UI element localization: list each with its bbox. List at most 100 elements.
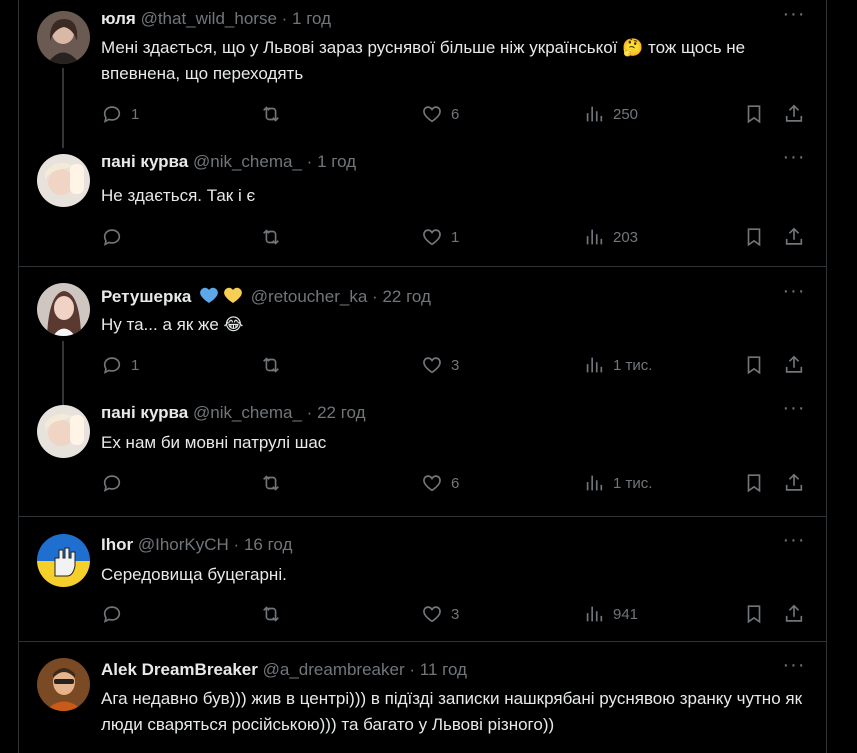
- share-button[interactable]: [783, 102, 805, 126]
- bookmark-button[interactable]: [743, 353, 765, 377]
- share-button[interactable]: [783, 471, 805, 495]
- more-horizontal-icon[interactable]: ···: [782, 147, 806, 171]
- timestamp[interactable]: 22 год: [317, 403, 365, 422]
- timestamp[interactable]: 1 год: [292, 9, 331, 28]
- display-name[interactable]: пані курва: [101, 403, 188, 422]
- retweet-button[interactable]: [260, 602, 290, 626]
- avatar[interactable]: [37, 154, 90, 207]
- like-button[interactable]: 3: [421, 602, 459, 626]
- like-count: 3: [451, 605, 460, 623]
- like-count: 6: [451, 105, 460, 123]
- like-button[interactable]: 3: [421, 353, 459, 377]
- reply-button[interactable]: [101, 225, 131, 249]
- more-horizontal-icon[interactable]: ···: [782, 655, 806, 679]
- tweet-text: Мені здається, що у Львові зараз русняво…: [101, 38, 746, 83]
- more-horizontal-icon[interactable]: ···: [782, 398, 806, 422]
- tweet[interactable]: пані курва @nik_chema_ · 1 год ··· Не зд…: [19, 124, 826, 267]
- reply-button[interactable]: 1: [101, 353, 139, 377]
- retweet-button[interactable]: [260, 102, 290, 126]
- like-count: 1: [451, 228, 460, 246]
- timestamp[interactable]: 1 год: [317, 152, 356, 171]
- user-handle[interactable]: @nik_chema_: [193, 403, 302, 422]
- tweet-text: Ех нам би мовні патрулі шас: [101, 433, 327, 452]
- action-bar: 3 941: [101, 602, 806, 626]
- heart-icon: [423, 106, 441, 123]
- views-button[interactable]: 1 тис.: [583, 471, 652, 495]
- timestamp[interactable]: 22 год: [382, 287, 430, 306]
- bookmark-button[interactable]: [743, 102, 765, 126]
- tweet-text: Ага недавно був))) жив в центрі))) в під…: [101, 689, 803, 734]
- share-button[interactable]: [783, 602, 805, 626]
- reply-button[interactable]: [101, 471, 131, 495]
- timestamp[interactable]: 11 год: [420, 660, 467, 679]
- retweet-button[interactable]: [260, 471, 290, 495]
- like-button[interactable]: 1: [421, 225, 459, 249]
- tweet-header: пані курва @nik_chema_ · 22 год: [101, 402, 366, 424]
- bookmark-button[interactable]: [743, 471, 765, 495]
- more-horizontal-icon[interactable]: ···: [782, 281, 806, 305]
- bar-chart-icon: [586, 606, 603, 622]
- display-name[interactable]: Alek DreamBreaker: [101, 660, 258, 679]
- action-bar: 1 3 1 тис.: [101, 353, 806, 377]
- avatar[interactable]: [37, 658, 90, 711]
- views-button[interactable]: 250: [583, 102, 638, 126]
- user-handle[interactable]: @a_dreambreaker: [263, 660, 405, 679]
- retweet-button[interactable]: [260, 225, 290, 249]
- views-button[interactable]: 1 тис.: [583, 353, 652, 377]
- avatar[interactable]: [37, 11, 90, 64]
- user-handle[interactable]: @that_wild_horse: [141, 9, 277, 28]
- user-handle[interactable]: @nik_chema_: [193, 152, 302, 171]
- bookmark-icon: [747, 605, 761, 624]
- display-name[interactable]: пані курва: [101, 152, 188, 171]
- bar-chart-icon: [586, 106, 603, 122]
- reply-bubble-icon: [103, 475, 121, 492]
- reply-bubble-icon: [103, 357, 121, 374]
- retweet-button[interactable]: [260, 353, 290, 377]
- share-upload-icon: [785, 355, 803, 373]
- display-name[interactable]: Ретушерка: [101, 287, 191, 306]
- heart-icon: [423, 357, 441, 374]
- like-button[interactable]: 6: [421, 102, 459, 126]
- views-button[interactable]: 941: [583, 602, 638, 626]
- tweet[interactable]: юля @that_wild_horse · 1 год ··· Мені зд…: [19, 0, 826, 148]
- reply-button[interactable]: 1: [101, 102, 139, 126]
- separator: ·: [306, 403, 313, 422]
- bookmark-button[interactable]: [743, 602, 765, 626]
- display-name[interactable]: Ihor: [101, 535, 133, 554]
- reply-bubble-icon: [103, 606, 121, 623]
- user-handle[interactable]: @retoucher_ka: [251, 287, 368, 306]
- separator: ·: [281, 9, 288, 28]
- reply-button[interactable]: [101, 602, 131, 626]
- action-bar: 1 203: [101, 225, 806, 249]
- retweet-arrows-icon: [263, 229, 279, 245]
- user-handle[interactable]: @IhorKyCH: [138, 535, 229, 554]
- share-button[interactable]: [783, 225, 805, 249]
- separator: ·: [409, 660, 416, 679]
- share-button[interactable]: [783, 353, 805, 377]
- avatar[interactable]: [37, 283, 90, 336]
- like-button[interactable]: 6: [421, 471, 459, 495]
- bookmark-icon: [747, 474, 761, 493]
- share-upload-icon: [785, 227, 803, 245]
- tweet[interactable]: пані курва @nik_chema_ · 22 год ··· Ех н…: [19, 392, 826, 517]
- more-horizontal-icon[interactable]: ···: [782, 530, 806, 554]
- view-count: 941: [613, 605, 639, 623]
- avatar[interactable]: [37, 405, 90, 458]
- retweet-arrows-icon: [263, 357, 279, 373]
- bookmark-icon: [747, 228, 761, 247]
- tweet[interactable]: Alek DreamBreaker @a_dreambreaker · 11 г…: [19, 642, 826, 753]
- timestamp[interactable]: 16 год: [244, 535, 292, 554]
- tweet-text: Ну та... а як же 😂: [101, 315, 244, 334]
- bookmark-button[interactable]: [743, 225, 765, 249]
- reply-count: 1: [131, 105, 140, 123]
- tweet[interactable]: Ihor @IhorKyCH · 16 год ··· Середовища б…: [19, 517, 826, 642]
- avatar[interactable]: [37, 534, 90, 587]
- replies-feed: юля @that_wild_horse · 1 год ··· Мені зд…: [18, 0, 827, 753]
- heart-icon: [423, 229, 441, 246]
- display-name[interactable]: юля: [101, 9, 136, 28]
- separator: ·: [233, 535, 240, 554]
- views-button[interactable]: 203: [583, 225, 638, 249]
- tweet[interactable]: Ретушерка @retoucher_ka · 22 год ··· Ну …: [19, 267, 826, 411]
- tweet-header: пані курва @nik_chema_ · 1 год: [101, 151, 356, 173]
- more-horizontal-icon[interactable]: ···: [782, 4, 806, 28]
